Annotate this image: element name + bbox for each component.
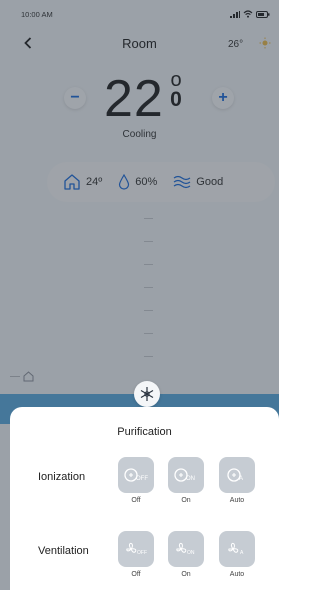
ventilation-on-caption: On [181, 571, 191, 578]
sheet-title: Purification [117, 426, 172, 438]
ventilation-label: Ventilation [38, 545, 89, 557]
ionization-auto-button[interactable]: A [219, 457, 255, 493]
svg-text:OFF: OFF [137, 550, 147, 556]
ionizer-off-icon: OFF [124, 468, 148, 482]
fan-on-icon: ON [176, 542, 195, 556]
svg-text:ON: ON [186, 476, 195, 482]
room-screen: 10:00 AM Room 26° − 22 o 0 + Cooling 24º… [0, 0, 279, 590]
fan-auto-icon: A [228, 542, 244, 556]
svg-text:ON: ON [187, 550, 195, 556]
ventilation-off-button[interactable]: OFF [118, 531, 154, 567]
cooling-mode-button[interactable] [134, 381, 160, 407]
ionization-on-button[interactable]: ON [168, 457, 204, 493]
ionizer-auto-icon: A [227, 468, 243, 482]
svg-text:A: A [240, 550, 244, 556]
ionizer-on-icon: ON [174, 468, 195, 482]
svg-text:OFF: OFF [136, 476, 148, 482]
ionization-auto-caption: Auto [229, 497, 245, 504]
ventilation-off-caption: Off [131, 571, 141, 578]
ionization-label: Ionization [38, 471, 86, 483]
ionization-off-button[interactable]: OFF [118, 457, 154, 493]
svg-text:A: A [239, 476, 243, 482]
purification-sheet: Purification Ionization OFF ON A Off On … [10, 407, 279, 590]
ventilation-auto-caption: Auto [229, 571, 245, 578]
snowflake-icon [140, 387, 154, 401]
ionization-on-caption: On [181, 497, 191, 504]
fan-off-icon: OFF [126, 542, 147, 556]
ventilation-auto-button[interactable]: A [219, 531, 255, 567]
ventilation-on-button[interactable]: ON [168, 531, 204, 567]
ionization-off-caption: Off [131, 497, 141, 504]
